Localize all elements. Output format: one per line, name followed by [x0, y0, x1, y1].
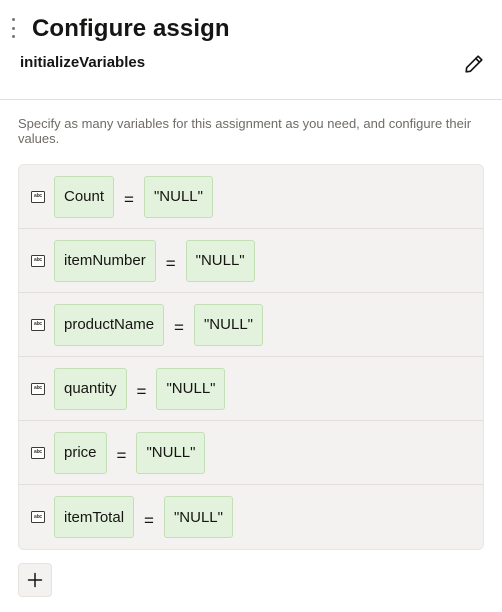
abc-string-icon: abc [31, 511, 45, 523]
variable-row: abc price = "NULL" [19, 421, 483, 485]
variable-row: abc quantity = "NULL" [19, 357, 483, 421]
variable-value-token[interactable]: "NULL" [136, 431, 206, 474]
edit-button[interactable] [460, 50, 488, 78]
panel-content: Specify as many variables for this assig… [0, 100, 502, 597]
abc-string-icon: abc [31, 382, 45, 395]
variable-value-token[interactable]: "NULL" [143, 175, 213, 218]
equals-operator: = [144, 510, 154, 530]
variable-name-token[interactable]: itemNumber [54, 239, 156, 282]
abc-string-icon: abc [31, 254, 45, 267]
variable-value-token[interactable]: "NULL" [156, 367, 226, 410]
variable-name-token[interactable]: price [54, 431, 107, 474]
variable-list: abc Count = "NULL" abc itemNumber = "NUL… [18, 164, 484, 550]
pencil-icon [465, 55, 483, 73]
variable-row: abc Count = "NULL" [19, 165, 483, 229]
variable-row: abc itemTotal = "NULL" [19, 485, 483, 549]
panel-header: Configure assign initializeVariables [0, 0, 502, 100]
abc-string-icon: abc [31, 446, 45, 459]
variable-value-token[interactable]: "NULL" [185, 239, 255, 282]
equals-operator: = [116, 446, 127, 465]
variable-name-token[interactable]: Count [54, 175, 115, 218]
add-variable-button[interactable] [18, 563, 52, 597]
drag-handle-icon[interactable] [10, 18, 16, 38]
abc-string-icon: abc [31, 190, 45, 203]
equals-operator: = [174, 318, 184, 337]
variable-value-token[interactable]: "NULL" [193, 303, 263, 346]
variable-row: abc itemNumber = "NULL" [19, 229, 483, 293]
equals-operator: = [124, 190, 134, 209]
variable-name-token[interactable]: productName [54, 303, 165, 346]
page-title: Configure assign [32, 15, 230, 42]
plus-icon [27, 572, 43, 588]
abc-string-icon: abc [31, 318, 45, 331]
assign-name: initializeVariables [20, 54, 146, 71]
variable-name-token[interactable]: itemTotal [54, 496, 135, 538]
variable-value-token[interactable]: "NULL" [163, 496, 233, 538]
variable-row: abc productName = "NULL" [19, 293, 483, 357]
equals-operator: = [165, 254, 176, 273]
equals-operator: = [136, 382, 147, 401]
variable-name-token[interactable]: quantity [54, 367, 127, 410]
description-text: Specify as many variables for this assig… [18, 116, 472, 146]
